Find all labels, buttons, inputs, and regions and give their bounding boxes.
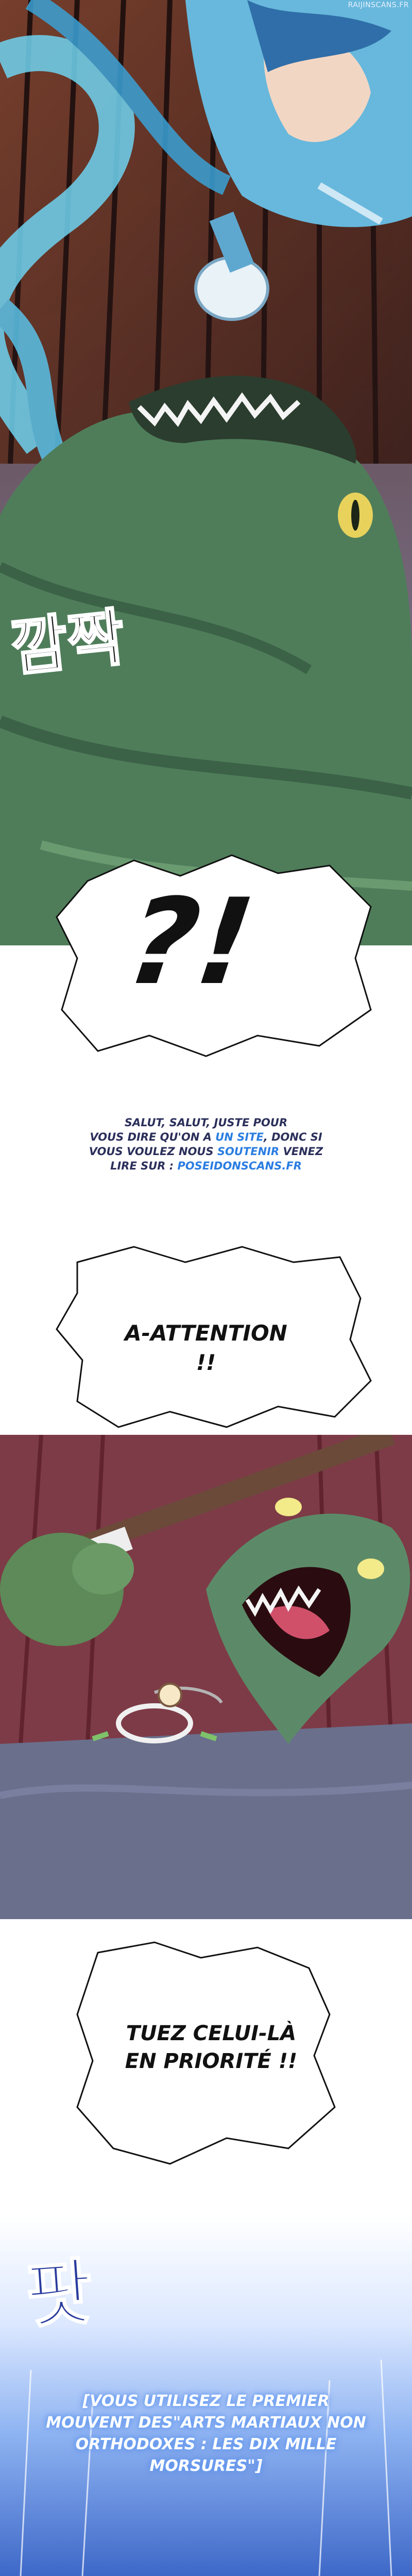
system-message-text: [VOUS UTILISEZ LE PREMIER MOUVENT DES"AR…: [36, 2391, 376, 2477]
tuez-line-2: EN PRIORITÉ !!: [125, 2049, 298, 2073]
promo-line-4-pre: LIRE SUR :: [110, 1160, 178, 1172]
promo-line-2-pre: VOUS DIRE QU'ON A: [90, 1131, 216, 1143]
support-link[interactable]: SOUTENIR: [217, 1145, 279, 1158]
promo-line-2-post: , DONC SI: [263, 1131, 322, 1143]
promo-line-1: SALUT, SALUT, JUSTE POUR: [124, 1116, 288, 1129]
poseidon-link[interactable]: POSEIDONSCANS.FR: [178, 1160, 302, 1172]
system-line-2: MOUVENT DES"ARTS MARTIAUX NON: [46, 2414, 366, 2432]
panel-monster-attack: [0, 1435, 412, 1919]
promo-line-3-post: VENEZ: [279, 1145, 323, 1158]
panel-attack-scene: 깜짝: [0, 0, 412, 945]
system-line-3: ORTHODOXES : LES DIX MILLE: [75, 2435, 337, 2453]
tuez-text: TUEZ CELUI-LÀ EN PRIORITÉ !!: [118, 2020, 304, 2075]
monster-attack-art: [0, 1435, 412, 1919]
speech-bubble-tuez: TUEZ CELUI-LÀ EN PRIORITÉ !!: [0, 1937, 412, 2174]
watermark-text: RAIJINSCANS.FR: [348, 1, 409, 9]
site-link[interactable]: UN SITE: [215, 1131, 264, 1143]
promo-line-3: VOUS VOULEZ NOUS SOUTENIR VENEZ: [0, 1144, 412, 1159]
sound-effect-text: 깜짝: [7, 601, 129, 686]
promo-line-2: VOUS DIRE QU'ON A UN SITE, DONC SI: [0, 1130, 412, 1144]
attack-scene-art: [0, 0, 412, 945]
promo-line-3-pre: VOUS VOULEZ NOUS: [89, 1145, 217, 1158]
promo-message: SALUT, SALUT, JUSTE POUR VOUS DIRE QU'ON…: [0, 1115, 412, 1173]
promo-line-4: LIRE SUR : POSEIDONSCANS.FR: [0, 1159, 412, 1173]
sound-effect-pat: 팟: [23, 2249, 96, 2340]
panel-surprise: ?!: [0, 845, 412, 1072]
tuez-line-1: TUEZ CELUI-LÀ: [126, 2022, 297, 2045]
speech-bubble-attention: A-ATTENTION !!: [0, 1242, 412, 1437]
system-line-1: [VOUS UTILISEZ LE PREMIER: [82, 2392, 330, 2410]
attention-text: A-ATTENTION !!: [125, 1320, 287, 1375]
system-line-4: MORSURES"]: [149, 2457, 263, 2475]
